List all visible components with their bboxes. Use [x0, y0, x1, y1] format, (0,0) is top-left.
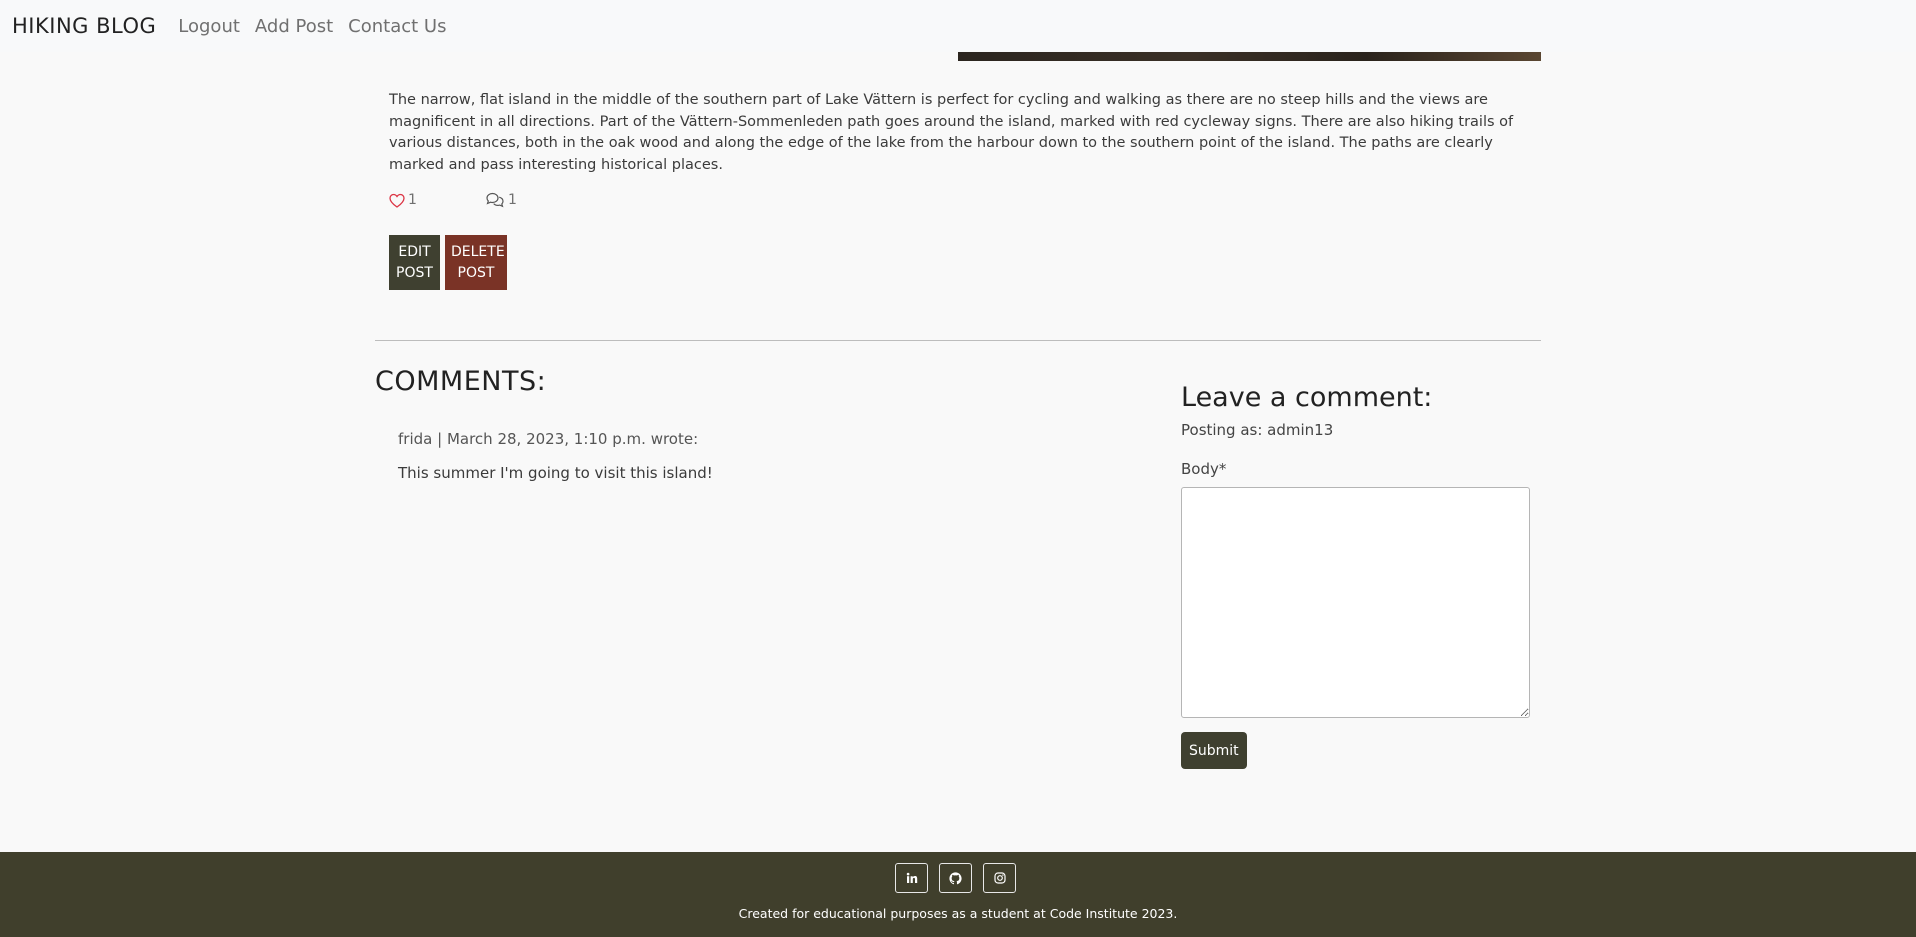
post-featured-image	[958, 52, 1541, 61]
post-actions: EDIT POST DELETE POST	[389, 235, 507, 290]
edit-post-label-line2: POST	[396, 264, 433, 281]
like-count: 1	[408, 192, 417, 208]
like-button[interactable]: 1	[389, 192, 485, 208]
edit-post-button[interactable]: EDIT POST	[389, 235, 440, 290]
delete-post-label-line1: DELETE	[451, 243, 505, 260]
comment-body: This summer I'm going to visit this isla…	[398, 464, 713, 482]
edit-post-label-line1: EDIT	[398, 243, 431, 260]
comment-item: frida | March 28, 2023, 1:10 p.m. wrote:…	[398, 430, 1048, 482]
comment-date: March 28, 2023, 1:10 p.m.	[446, 430, 646, 448]
post-stats: 1 1	[389, 192, 517, 208]
nav-link-logout[interactable]: Logout	[178, 16, 240, 37]
comment-form: Leave a comment: Posting as: admin13 Bod…	[1181, 382, 1541, 769]
comment-body-textarea[interactable]	[1181, 487, 1530, 718]
comments-icon	[486, 192, 504, 208]
navbar: HIKING BLOG Logout Add Post Contact Us	[0, 0, 1916, 52]
github-button[interactable]	[939, 863, 972, 893]
linkedin-button[interactable]	[895, 863, 928, 893]
comment-author: frida	[398, 430, 433, 448]
submit-button[interactable]: Submit	[1181, 732, 1247, 769]
delete-post-button[interactable]: DELETE POST	[445, 235, 507, 290]
instagram-button[interactable]	[983, 863, 1016, 893]
comment-count: 1	[508, 192, 517, 208]
nav-link-add-post[interactable]: Add Post	[255, 16, 333, 37]
section-divider	[375, 340, 1541, 341]
nav-links: Logout Add Post Contact Us	[178, 16, 461, 37]
comment-meta: frida | March 28, 2023, 1:10 p.m. wrote:	[398, 430, 1048, 448]
comments-heading: COMMENTS:	[375, 366, 547, 397]
nav-link-contact-us[interactable]: Contact Us	[348, 16, 446, 37]
github-icon	[949, 871, 962, 884]
footer: Created for educational purposes as a st…	[0, 852, 1916, 937]
footer-credit-text: Created for educational purposes as a st…	[738, 906, 1178, 921]
brand-logo[interactable]: HIKING BLOG	[12, 14, 156, 38]
delete-post-label-line2: POST	[457, 264, 495, 281]
posting-as-text: Posting as: admin13	[1181, 421, 1334, 439]
comment-form-title: Leave a comment:	[1181, 382, 1433, 413]
comment-meta-separator: |	[437, 430, 447, 448]
comment-count-indicator: 1	[485, 192, 517, 208]
linkedin-icon	[906, 872, 917, 883]
comment-wrote: wrote:	[650, 430, 699, 448]
post-content: The narrow, flat island in the middle of…	[389, 92, 1514, 173]
social-links	[895, 863, 1027, 893]
heart-icon	[389, 193, 405, 208]
body-label: Body*	[1181, 460, 1227, 478]
instagram-icon	[993, 872, 1006, 884]
